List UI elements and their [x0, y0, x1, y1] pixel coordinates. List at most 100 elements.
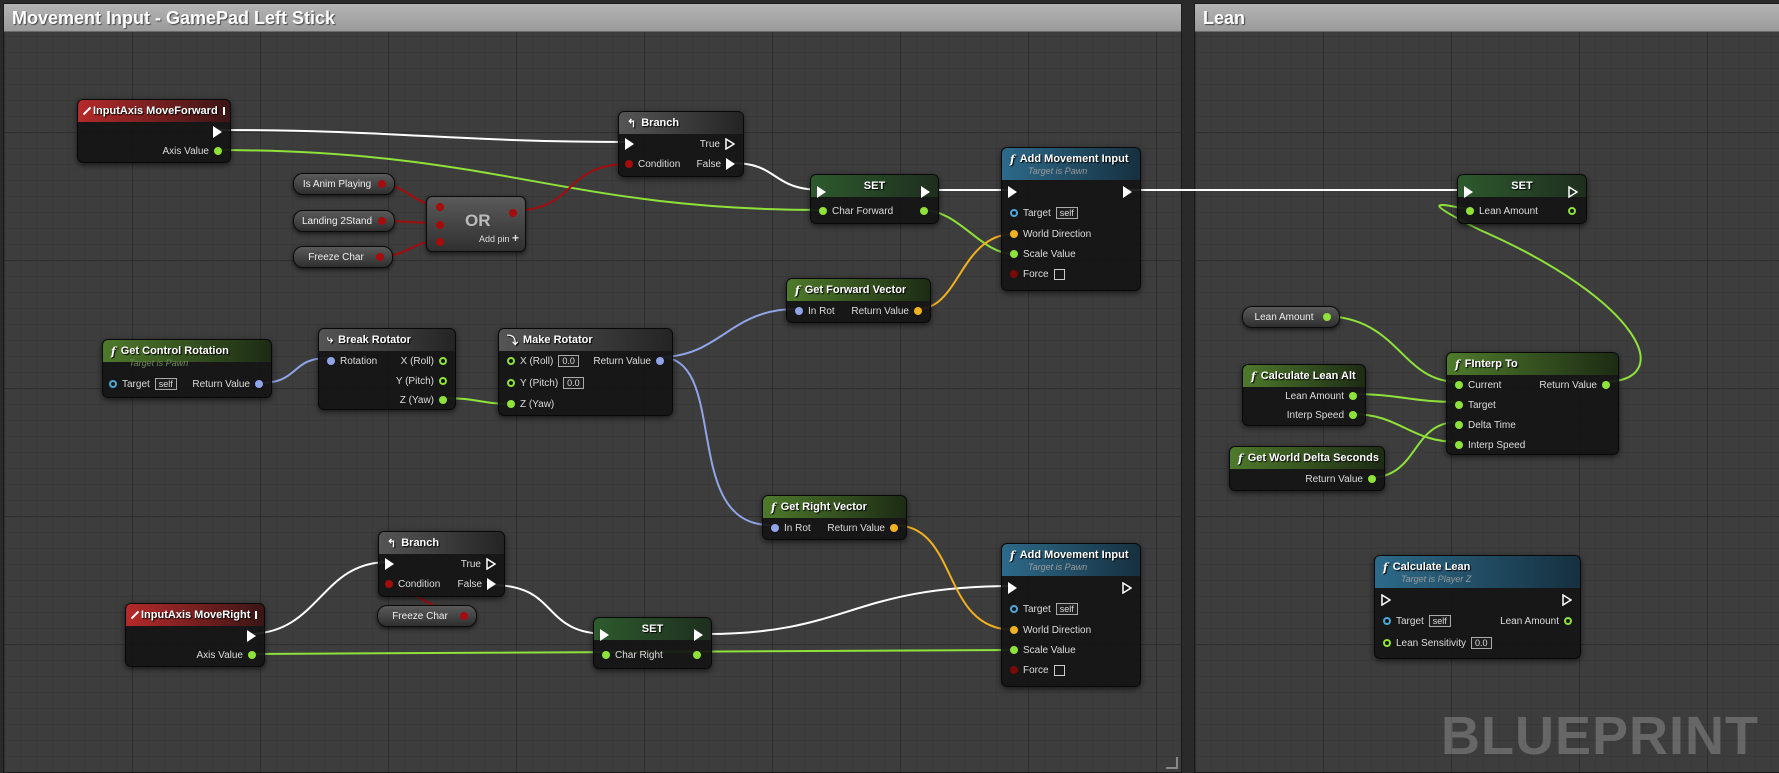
exec-out-true-pin[interactable]: [725, 138, 735, 150]
vector-pin-world-direction[interactable]: [1010, 626, 1018, 634]
float-pin-out[interactable]: [920, 207, 928, 215]
rotator-pin-in-rot[interactable]: [771, 524, 779, 532]
float-pin-lean-sensitivity[interactable]: [1383, 639, 1391, 647]
exec-out-false-pin[interactable]: [487, 578, 496, 590]
float-pin-delta-time[interactable]: [1455, 421, 1463, 429]
node-make-rotator[interactable]: ⤵ Make Rotator X (Roll) 0.0 Y (Pitch) 0.0 Z…: [498, 328, 673, 416]
node-break-rotator[interactable]: ⤷ Break Rotator Rotation X (Roll) Y (Pitc…: [318, 328, 456, 410]
exec-out-false-pin[interactable]: [726, 158, 735, 170]
node-calculate-lean-alt[interactable]: f Calculate Lean Alt Lean Amount Interp S…: [1242, 364, 1366, 426]
node-get-forward-vector[interactable]: f Get Forward Vector In Rot Return Value: [786, 278, 931, 323]
float-pin-in[interactable]: [602, 651, 610, 659]
vector-pin-world-direction[interactable]: [1010, 230, 1018, 238]
node-branch-1[interactable]: ↰ Branch True Condition False: [618, 111, 744, 177]
comment-title-lean[interactable]: Lean: [1195, 4, 1779, 32]
object-pin-target[interactable]: [1010, 209, 1018, 217]
node-inputaxis-moveright[interactable]: InputAxis MoveRight Axis Value: [125, 603, 265, 667]
float-pin-axis-value[interactable]: [214, 147, 222, 155]
force-checkbox[interactable]: [1053, 268, 1065, 280]
bool-pin-force[interactable]: [1010, 270, 1018, 278]
float-pin-in[interactable]: [819, 207, 827, 215]
force-checkbox[interactable]: [1053, 664, 1065, 676]
exec-in-pin[interactable]: [1008, 186, 1017, 198]
float-pin[interactable]: [1323, 313, 1331, 321]
add-pin-button[interactable]: Add pin +: [479, 231, 519, 245]
exec-in-pin[interactable]: [600, 629, 609, 641]
node-add-movement-input-2[interactable]: f Add Movement Input Target is Pawn Targe…: [1001, 543, 1141, 687]
resize-grip[interactable]: [1166, 757, 1178, 769]
bool-pin[interactable]: [378, 180, 386, 188]
node-inputaxis-moveforward[interactable]: InputAxis MoveForward Axis Value: [77, 99, 231, 163]
bool-pin[interactable]: [376, 253, 384, 261]
target-self-field[interactable]: self: [1055, 603, 1078, 615]
vector-pin-return[interactable]: [914, 307, 922, 315]
x-roll-value-field[interactable]: 0.0: [558, 355, 579, 367]
object-pin-target[interactable]: [1010, 605, 1018, 613]
exec-in-pin[interactable]: [1008, 582, 1017, 594]
exec-in-pin[interactable]: [625, 138, 634, 150]
bool-pin[interactable]: [378, 217, 386, 225]
float-pin-out[interactable]: [693, 651, 701, 659]
exec-out-true-pin[interactable]: [486, 558, 496, 570]
bool-in-pin-b[interactable]: [436, 221, 444, 229]
exec-in-pin[interactable]: [1381, 594, 1391, 606]
node-get-control-rotation[interactable]: f Get Control Rotation Target is Pawn Tar…: [102, 339, 272, 398]
float-pin-z[interactable]: [439, 396, 447, 404]
var-landing-2stand[interactable]: Landing 2Stand: [293, 210, 395, 232]
bool-pin-condition[interactable]: [625, 160, 633, 168]
float-pin-interp-speed[interactable]: [1455, 441, 1463, 449]
node-set-char-right[interactable]: SET Char Right: [593, 617, 712, 669]
vector-pin-return[interactable]: [890, 524, 898, 532]
exec-out-pin[interactable]: [1562, 594, 1572, 606]
lean-sensitivity-value-field[interactable]: 0.0: [1471, 637, 1492, 649]
float-pin-return[interactable]: [1368, 475, 1376, 483]
rotator-pin-return[interactable]: [656, 357, 664, 365]
object-pin-target[interactable]: [109, 380, 117, 388]
exec-out-pin[interactable]: [1122, 582, 1132, 594]
float-pin-scale-value[interactable]: [1010, 250, 1018, 258]
target-self-field[interactable]: self: [1428, 615, 1451, 627]
float-pin-in[interactable]: [1466, 207, 1474, 215]
var-freeze-char-2[interactable]: Freeze Char: [377, 605, 477, 627]
float-pin-lean-amount[interactable]: [1564, 617, 1572, 625]
node-set-lean-amount[interactable]: SET Lean Amount: [1457, 174, 1587, 224]
bool-in-pin-a[interactable]: [436, 203, 444, 211]
exec-out-pin[interactable]: [921, 186, 930, 198]
bool-out-pin[interactable]: [509, 209, 517, 217]
node-finterp-to[interactable]: f FInterp To Current Target Delta Time In…: [1446, 352, 1619, 455]
bool-in-pin-c[interactable]: [436, 238, 444, 246]
float-pin-axis-value[interactable]: [248, 651, 256, 659]
node-branch-2[interactable]: ↰ Branch True Condition False: [378, 531, 505, 597]
exec-in-pin[interactable]: [817, 186, 826, 198]
var-freeze-char-1[interactable]: Freeze Char: [293, 246, 393, 268]
float-pin-target[interactable]: [1455, 401, 1463, 409]
var-is-anim-playing[interactable]: Is Anim Playing: [293, 173, 395, 195]
node-calculate-lean[interactable]: f Calculate Lean Target is Player Z Targe…: [1374, 555, 1581, 659]
comment-title-movement[interactable]: Movement Input - GamePad Left Stick: [4, 4, 1181, 32]
float-pin-y[interactable]: [507, 379, 515, 387]
exec-out-pin[interactable]: [213, 126, 222, 138]
float-pin-out[interactable]: [1568, 207, 1576, 215]
rotator-pin-in-rot[interactable]: [795, 307, 803, 315]
node-get-world-delta-seconds[interactable]: f Get World Delta Seconds Return Value: [1229, 446, 1385, 491]
bool-pin[interactable]: [460, 612, 468, 620]
float-pin-x[interactable]: [507, 357, 515, 365]
node-or[interactable]: OR Add pin +: [426, 196, 526, 252]
bool-pin-condition[interactable]: [385, 580, 393, 588]
target-self-field[interactable]: self: [1055, 207, 1078, 219]
object-pin-target[interactable]: [1383, 617, 1391, 625]
float-pin-return[interactable]: [1602, 381, 1610, 389]
target-self-field[interactable]: self: [154, 378, 177, 390]
float-pin-lean-amount[interactable]: [1349, 392, 1357, 400]
float-pin-current[interactable]: [1455, 381, 1463, 389]
float-pin-interp-speed[interactable]: [1349, 411, 1357, 419]
node-set-char-forward[interactable]: SET Char Forward: [810, 174, 939, 224]
exec-out-pin[interactable]: [1123, 186, 1132, 198]
y-pitch-value-field[interactable]: 0.0: [563, 377, 584, 389]
float-pin-y[interactable]: [439, 377, 447, 385]
exec-out-pin[interactable]: [694, 629, 703, 641]
var-lean-amount[interactable]: Lean Amount: [1242, 306, 1340, 328]
float-pin-x[interactable]: [439, 357, 447, 365]
rotator-pin-in[interactable]: [327, 357, 335, 365]
exec-in-pin[interactable]: [385, 558, 394, 570]
